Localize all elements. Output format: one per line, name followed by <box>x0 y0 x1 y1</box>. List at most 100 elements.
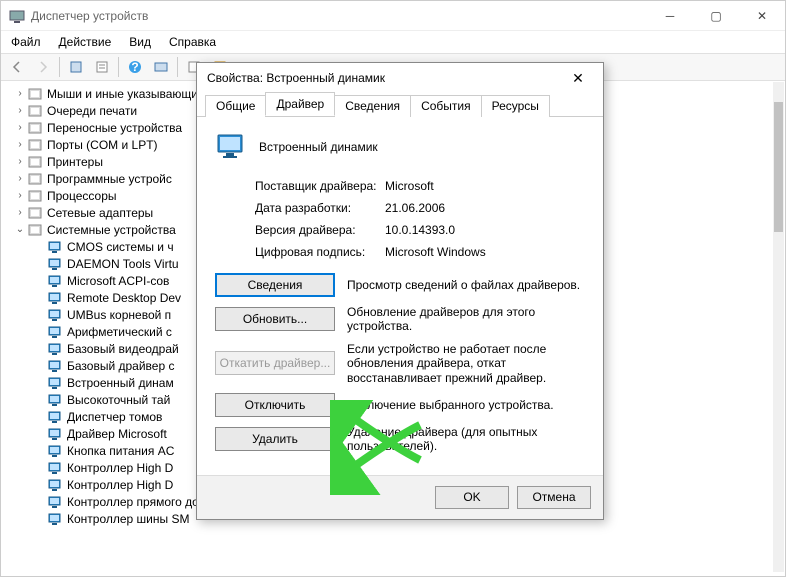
tree-label: Программные устройс <box>47 172 172 186</box>
menubar: Файл Действие Вид Справка <box>1 31 785 53</box>
driver-details-desc: Просмотр сведений о файлах драйверов. <box>347 278 585 292</box>
rollback-driver-desc: Если устройство не работает после обновл… <box>347 342 585 385</box>
system-device-icon <box>47 392 63 408</box>
provider-value: Microsoft <box>385 179 585 193</box>
tree-label: Remote Desktop Dev <box>67 291 181 305</box>
system-device-icon <box>47 426 63 442</box>
tree-label: Драйвер Microsoft <box>67 427 167 441</box>
date-label: Дата разработки: <box>255 201 385 215</box>
svg-text:?: ? <box>131 60 138 74</box>
window-controls: ─ ▢ ✕ <box>647 1 785 31</box>
tree-label: Порты (COM и LPT) <box>47 138 158 152</box>
update-driver-button[interactable]: Обновить... <box>215 307 335 331</box>
expand-icon[interactable]: › <box>13 105 27 116</box>
tree-label: CMOS системы и ч <box>67 240 174 254</box>
expand-icon[interactable]: › <box>13 156 27 167</box>
toolbar-icon[interactable] <box>64 56 88 78</box>
titlebar: Диспетчер устройств ─ ▢ ✕ <box>1 1 785 31</box>
system-device-icon <box>47 511 63 527</box>
help-icon[interactable]: ? <box>123 56 147 78</box>
disable-device-desc: Отключение выбранного устройства. <box>347 398 585 412</box>
collapse-icon[interactable]: ⌄ <box>13 224 27 235</box>
dialog-close-button[interactable]: ✕ <box>563 63 593 93</box>
menu-action[interactable]: Действие <box>59 35 112 49</box>
tree-label: Сетевые адаптеры <box>47 206 153 220</box>
device-category-icon <box>27 86 43 102</box>
expand-icon[interactable]: › <box>13 122 27 133</box>
tree-label: Процессоры <box>47 189 117 203</box>
device-category-icon <box>27 103 43 119</box>
tree-label: Системные устройства <box>47 223 176 237</box>
device-category-icon <box>27 205 43 221</box>
tree-label: Кнопка питания AC <box>67 444 174 458</box>
toolbar-icon[interactable] <box>149 56 173 78</box>
system-device-icon <box>47 256 63 272</box>
tree-label: Контроллер шины SM <box>67 512 189 526</box>
menu-file[interactable]: Файл <box>11 35 41 49</box>
tree-label: Базовый драйвер с <box>67 359 174 373</box>
tree-label: UMBus корневой п <box>67 308 171 322</box>
tree-label: Высокоточный тай <box>67 393 170 407</box>
device-category-icon <box>27 171 43 187</box>
system-device-icon <box>47 307 63 323</box>
expand-icon[interactable]: › <box>13 207 27 218</box>
tab-general[interactable]: Общие <box>205 95 266 117</box>
scrollbar-thumb[interactable] <box>774 102 783 232</box>
uninstall-driver-button[interactable]: Удалить <box>215 427 335 451</box>
expand-icon[interactable]: › <box>13 190 27 201</box>
ok-button[interactable]: OK <box>435 486 509 509</box>
tree-label: Арифметический с <box>67 325 172 339</box>
dialog-titlebar: Свойства: Встроенный динамик ✕ <box>197 63 603 93</box>
minimize-button[interactable]: ─ <box>647 1 693 31</box>
driver-details-button[interactable]: Сведения <box>215 273 335 297</box>
tree-label: Контроллер High D <box>67 478 173 492</box>
signature-label: Цифровая подпись: <box>255 245 385 259</box>
dialog-title: Свойства: Встроенный динамик <box>207 71 563 85</box>
maximize-button[interactable]: ▢ <box>693 1 739 31</box>
driver-info: Поставщик драйвера: Microsoft Дата разра… <box>255 179 585 259</box>
tab-details[interactable]: Сведения <box>334 95 411 117</box>
tabstrip: Общие Драйвер Сведения События Ресурсы <box>197 93 603 117</box>
tab-resources[interactable]: Ресурсы <box>481 95 550 117</box>
close-button[interactable]: ✕ <box>739 1 785 31</box>
scrollbar[interactable] <box>773 82 784 572</box>
tree-label: Базовый видеодрай <box>67 342 179 356</box>
tree-label: Контроллер High D <box>67 461 173 475</box>
back-button[interactable] <box>5 56 29 78</box>
forward-button[interactable] <box>31 56 55 78</box>
toolbar-icon[interactable] <box>90 56 114 78</box>
tree-label: Диспетчер томов <box>67 410 162 424</box>
update-driver-desc: Обновление драйверов для этого устройств… <box>347 305 585 334</box>
menu-help[interactable]: Справка <box>169 35 216 49</box>
expand-icon[interactable]: › <box>13 88 27 99</box>
system-device-icon <box>47 494 63 510</box>
tab-driver[interactable]: Драйвер <box>265 92 335 116</box>
properties-dialog: Свойства: Встроенный динамик ✕ Общие Дра… <box>196 62 604 520</box>
tree-label: Microsoft ACPI-cов <box>67 274 169 288</box>
tree-label: Очереди печати <box>47 104 137 118</box>
version-value: 10.0.14393.0 <box>385 223 585 237</box>
system-device-icon <box>47 273 63 289</box>
date-value: 21.06.2006 <box>385 201 585 215</box>
tree-label: Мыши и иные указывающие <box>47 87 205 101</box>
device-category-icon <box>27 154 43 170</box>
cancel-button[interactable]: Отмена <box>517 486 591 509</box>
tree-label: Принтеры <box>47 155 103 169</box>
tab-events[interactable]: События <box>410 95 482 117</box>
disable-device-button[interactable]: Отключить <box>215 393 335 417</box>
window-title: Диспетчер устройств <box>31 9 647 23</box>
app-icon <box>9 8 25 24</box>
version-label: Версия драйвера: <box>255 223 385 237</box>
system-device-icon <box>47 324 63 340</box>
signature-value: Microsoft Windows <box>385 245 585 259</box>
tree-label: Встроенный динам <box>67 376 174 390</box>
expand-icon[interactable]: › <box>13 173 27 184</box>
uninstall-driver-desc: Удаление драйвера (для опытных пользоват… <box>347 425 585 454</box>
menu-view[interactable]: Вид <box>129 35 151 49</box>
system-device-icon <box>47 477 63 493</box>
expand-icon[interactable]: › <box>13 139 27 150</box>
device-name: Встроенный динамик <box>259 140 378 154</box>
rollback-driver-button: Откатить драйвер... <box>215 351 335 375</box>
system-device-icon <box>47 290 63 306</box>
device-icon <box>215 131 247 163</box>
